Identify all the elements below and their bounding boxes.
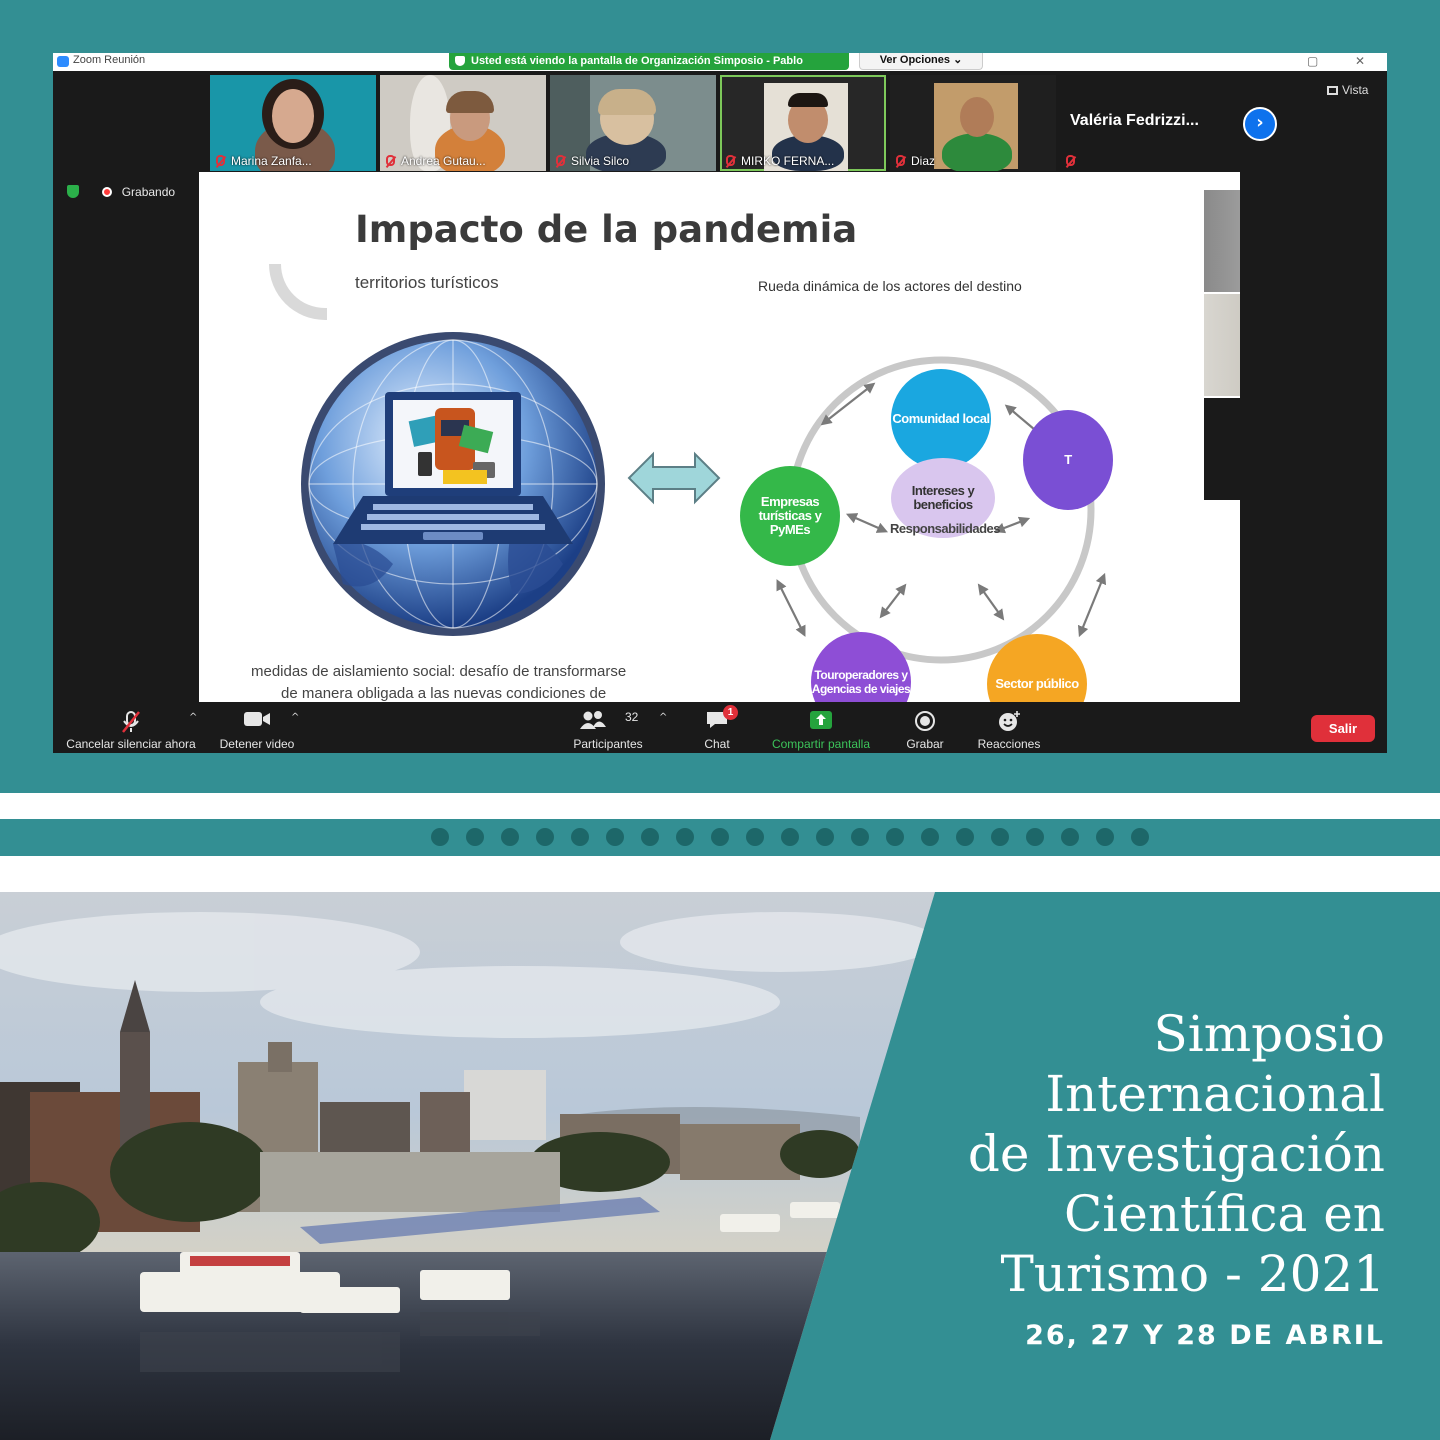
top-teal-band: Zoom Reunión Usted está viendo la pantal… — [0, 0, 1440, 793]
close-icon[interactable]: ✕ — [1355, 54, 1365, 68]
muted-mic-icon — [386, 155, 395, 166]
unmute-button[interactable]: Cancelar silenciar ahora — [59, 702, 203, 753]
encryption-shield-icon[interactable] — [67, 185, 79, 198]
node-comunidad-local: Comunidad local — [891, 369, 991, 469]
view-options-button[interactable]: Ver Opciones ⌄ — [859, 53, 983, 70]
event-date: 26, 27 Y 28 DE ABRIL — [1025, 1320, 1385, 1351]
screen-share-banner: Usted está viendo la pantalla de Organiz… — [449, 53, 849, 70]
app-title: Zoom Reunión — [73, 54, 146, 66]
node-responsabilidades: Responsabilidades — [890, 521, 1000, 536]
participant-mute-status — [1066, 154, 1081, 168]
event-title-line-2: Internacional — [1045, 1065, 1385, 1123]
side-video-1[interactable] — [1204, 190, 1240, 292]
participant-tile-active[interactable]: MIRKO FERNA... — [720, 75, 886, 171]
wheel-title: Rueda dinámica de los actores del destin… — [758, 278, 1022, 294]
leave-meeting-button[interactable]: Salir — [1311, 715, 1375, 742]
participant-tile-no-video[interactable]: Valéria Fedrizzi... — [1060, 75, 1226, 171]
meeting-status: Grabando — [67, 185, 175, 199]
share-screen-icon — [810, 711, 832, 729]
side-video-3[interactable] — [1204, 398, 1240, 500]
event-title-line-5: Turismo - 2021 — [1000, 1245, 1385, 1303]
mute-options-caret[interactable]: ^ — [189, 712, 197, 723]
participants-icon — [580, 711, 606, 729]
event-title-line-1: Simposio — [1153, 1005, 1385, 1063]
reactions-smiley-icon — [999, 711, 1020, 731]
reactions-button[interactable]: Reacciones — [969, 702, 1049, 753]
muted-mic-icon — [726, 155, 735, 166]
participant-name: Silvia Silco — [556, 154, 629, 168]
title-bar: Zoom Reunión Usted está viendo la pantal… — [53, 53, 1387, 71]
chat-notification-badge: 1 — [723, 705, 738, 720]
slide-caption-line-2: de manera obligada a las nuevas condicio… — [281, 685, 607, 702]
next-page-button[interactable]: › — [1243, 107, 1277, 141]
recording-label: Grabando — [121, 185, 176, 199]
view-toggle-button[interactable]: Vista — [1327, 83, 1368, 97]
globe-laptop-illustration — [301, 332, 605, 636]
decorative-arc — [269, 264, 327, 320]
video-options-caret[interactable]: ^ — [291, 712, 299, 723]
slide-subtitle: territorios turísticos — [355, 273, 499, 292]
participant-tile[interactable]: Diaz — [890, 75, 1056, 171]
participant-tile[interactable]: Andrea Gutau... — [380, 75, 546, 171]
muted-mic-icon — [896, 155, 905, 166]
muted-mic-icon — [216, 155, 225, 166]
restore-icon[interactable]: ▢ — [1307, 54, 1318, 68]
meeting-toolbar: Cancelar silenciar ahora ^ Detener video… — [53, 702, 1387, 753]
muted-mic-icon — [556, 155, 565, 166]
recording-dot-icon — [102, 187, 113, 197]
zoom-window: Zoom Reunión Usted está viendo la pantal… — [53, 53, 1387, 753]
shield-icon — [455, 56, 465, 66]
double-arrow-icon — [627, 451, 721, 505]
record-icon — [915, 711, 935, 731]
share-banner-text: Usted está viendo la pantalla de Organiz… — [471, 55, 803, 67]
participant-name: Marina Zanfa... — [216, 154, 312, 168]
slide-caption-line-1: medidas de aislamiento social: desafío d… — [251, 663, 627, 680]
grid-view-icon — [1327, 86, 1338, 95]
dot-divider — [431, 828, 1149, 846]
event-title-line-3: de Investigación — [967, 1125, 1385, 1183]
event-title: Simposio Internacional de Investigación … — [968, 1004, 1385, 1304]
side-video-2[interactable] — [1204, 294, 1240, 396]
participant-name: Diaz — [896, 154, 935, 168]
record-button[interactable]: Grabar — [895, 702, 955, 753]
participant-name: Valéria Fedrizzi... — [1070, 112, 1199, 129]
share-screen-button[interactable]: Compartir pantalla — [761, 702, 881, 753]
zoom-logo-icon — [57, 56, 69, 67]
participant-name: MIRKO FERNA... — [726, 154, 834, 168]
node-partial: T — [1023, 410, 1113, 510]
stop-video-button[interactable]: Detener video — [209, 702, 305, 753]
participant-name: Andrea Gutau... — [386, 154, 486, 168]
video-camera-icon — [244, 712, 270, 726]
participants-button[interactable]: 32 Participantes — [563, 702, 653, 753]
muted-mic-icon — [1066, 155, 1075, 166]
muted-mic-icon — [122, 711, 140, 733]
shared-slide: Impacto de la pandemia territorios turís… — [199, 172, 1240, 702]
node-empresas-turisticas: Empresas turísticas y PyMEs — [740, 466, 840, 566]
slide-title: Impacto de la pandemia — [355, 208, 858, 251]
participant-tile[interactable]: Silvia Silco — [550, 75, 716, 171]
participants-count: 32 — [625, 710, 639, 724]
participant-tile[interactable]: Marina Zanfa... — [210, 75, 376, 171]
event-title-line-4: Científica en — [1064, 1185, 1385, 1243]
participants-options-caret[interactable]: ^ — [659, 712, 667, 723]
event-banner: Simposio Internacional de Investigación … — [0, 892, 1440, 1440]
chat-button[interactable]: 1 Chat — [687, 702, 747, 753]
